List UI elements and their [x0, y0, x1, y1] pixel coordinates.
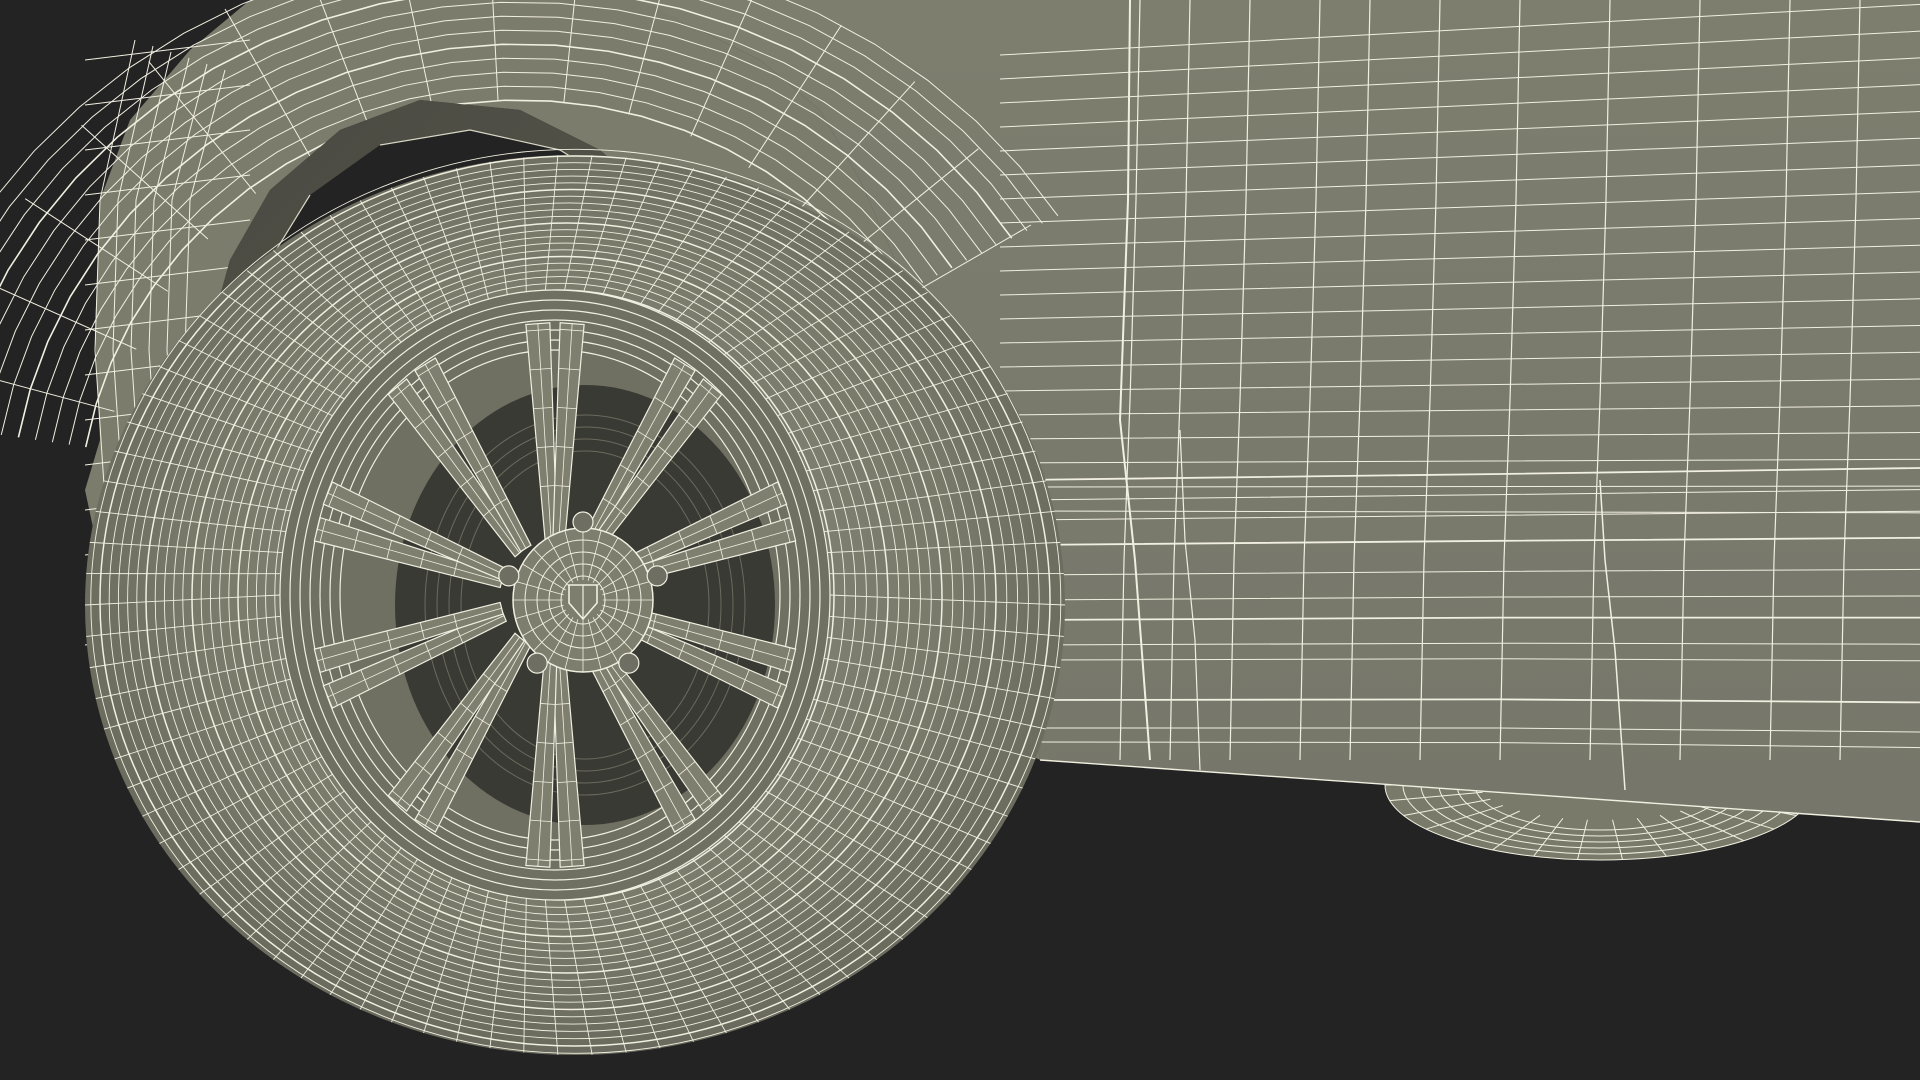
- render-viewport: [0, 0, 1920, 1080]
- front-wheel: [84, 148, 1066, 1055]
- wireframe-render: [0, 0, 1920, 1055]
